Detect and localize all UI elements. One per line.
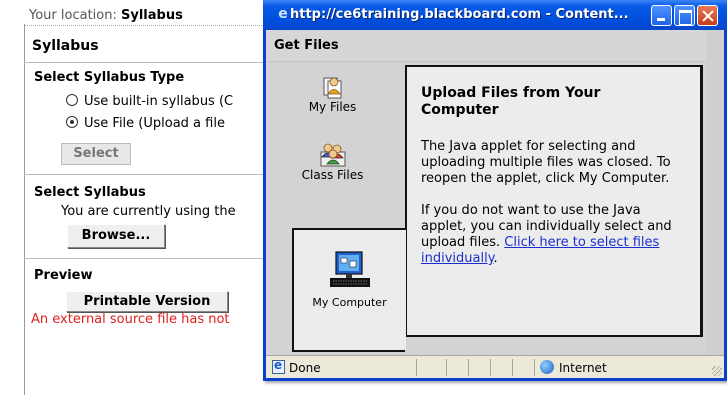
error-message: An external source file has not (31, 312, 230, 327)
select-type-heading: Select Syllabus Type (34, 70, 185, 85)
radio-button-selected[interactable] (66, 116, 78, 128)
tab-my-computer[interactable]: My Computer (292, 228, 405, 352)
security-zone: Internet (540, 360, 607, 375)
radio-button[interactable] (66, 94, 78, 106)
resize-grip-icon[interactable] (712, 366, 722, 376)
minimize-button[interactable] (651, 5, 672, 26)
tab-connector (403, 230, 406, 350)
select-button[interactable]: Select (61, 143, 131, 165)
status-text: Done (289, 361, 321, 375)
maximize-button[interactable] (674, 5, 695, 26)
radio-file-label: Use File (Upload a file (84, 116, 225, 131)
printable-version-button[interactable]: Printable Version (66, 291, 228, 312)
content-divider (24, 24, 25, 395)
individual-upload-text: If you do not want to use the Java apple… (421, 203, 686, 267)
status-divider (446, 359, 447, 376)
tab-my-files[interactable]: My Files (266, 74, 399, 134)
select-syllabus-heading: Select Syllabus (34, 185, 146, 200)
ie-page-icon: e (278, 6, 288, 22)
tab-my-files-label: My Files (308, 100, 357, 114)
panel-heading: Upload Files from Your Computer (421, 85, 601, 118)
location-label: Your location: (29, 8, 117, 23)
status-divider (512, 359, 513, 376)
get-files-window: e http://ce6training.blackboard.com - Co… (263, 0, 727, 381)
individual-upload-suffix: . (493, 251, 498, 266)
get-files-header: Get Files (266, 30, 706, 62)
my-computer-icon (329, 251, 370, 287)
my-files-icon (323, 77, 341, 99)
location-bar: Your location: Syllabus (24, 0, 304, 26)
status-done: Done (272, 358, 321, 375)
status-bar: Done Internet (266, 355, 724, 378)
radio-builtin-label: Use built-in syllabus (C (84, 94, 234, 109)
radio-use-file[interactable]: Use File (Upload a file (66, 116, 225, 131)
window-titlebar[interactable]: e http://ce6training.blackboard.com - Co… (263, 0, 727, 30)
window-title: http://ce6training.blackboard.com - Cont… (290, 7, 629, 22)
internet-globe-icon (540, 360, 554, 374)
tab-class-files[interactable]: Class Files (266, 140, 399, 204)
get-files-body: My Files Class Files My Computer Upload … (266, 62, 706, 355)
radio-builtin-syllabus[interactable]: Use built-in syllabus (C (66, 94, 233, 109)
applet-closed-text: The Java applet for selecting and upload… (421, 139, 671, 186)
current-syllabus-note: You are currently using the (61, 204, 236, 219)
tab-class-files-label: Class Files (301, 168, 364, 182)
status-divider (416, 359, 417, 376)
close-button[interactable] (697, 5, 718, 26)
location-value[interactable]: Syllabus (121, 8, 183, 23)
upload-info-panel: Upload Files from Your Computer The Java… (405, 65, 703, 337)
preview-heading: Preview (34, 268, 93, 283)
class-files-icon (320, 143, 345, 167)
tab-my-computer-label: My Computer (312, 296, 387, 309)
status-divider (468, 359, 469, 376)
zone-text: Internet (559, 361, 607, 375)
page-title: Syllabus (32, 38, 99, 54)
browse-button[interactable]: Browse... (67, 224, 165, 248)
window-content: Get Files My Files Class Files My Comput… (266, 30, 724, 355)
page-done-icon (272, 358, 285, 374)
status-divider (534, 359, 535, 376)
status-divider (490, 359, 491, 376)
